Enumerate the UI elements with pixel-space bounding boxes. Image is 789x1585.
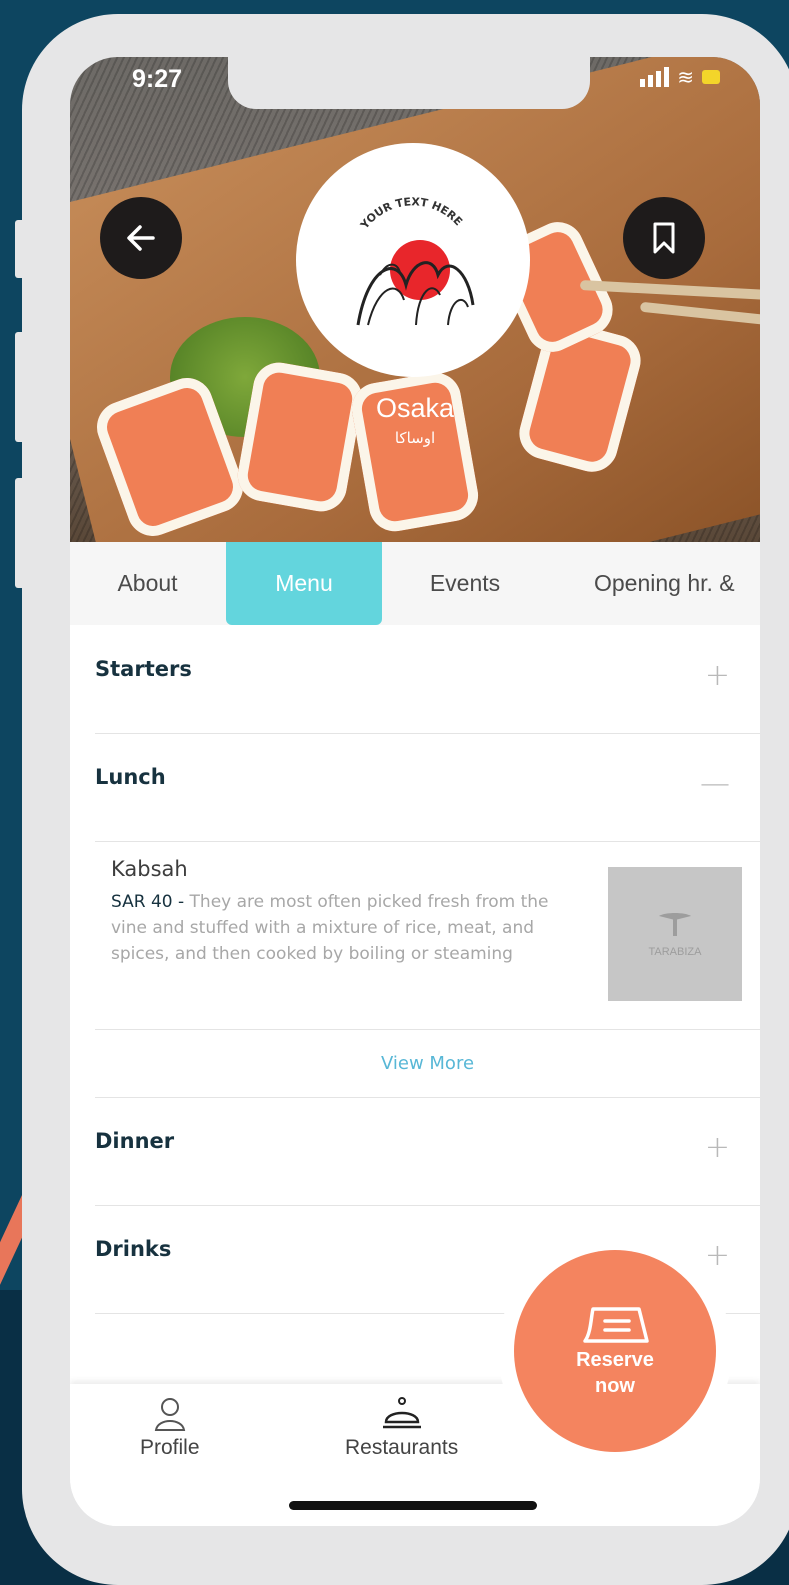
expand-icon[interactable]: + (705, 658, 730, 693)
tab-opening-hours[interactable]: Opening hr. & (548, 542, 760, 625)
signal-icon (640, 67, 670, 87)
menu-item-price: SAR 40 - (111, 892, 185, 912)
table-icon (659, 913, 691, 936)
section-title: Starters (95, 657, 192, 681)
menu-section-lunch[interactable]: Lunch — (95, 733, 760, 842)
menu-section-dinner[interactable]: Dinner + (95, 1097, 760, 1206)
bookmark-button[interactable] (623, 197, 705, 279)
nav-label: Restaurants (345, 1436, 459, 1459)
section-title: Dinner (95, 1129, 175, 1153)
reserve-label-line1: Reserve (576, 1349, 654, 1371)
view-more-link[interactable]: View More (95, 1029, 760, 1098)
menu-item-name: Kabsah (111, 857, 188, 881)
cloche-icon (382, 1397, 421, 1429)
collapse-icon[interactable]: — (700, 766, 730, 801)
image-placeholder-text: TARABIZA (648, 946, 702, 958)
ticket-icon (583, 1307, 649, 1343)
expand-icon[interactable]: + (705, 1238, 730, 1273)
home-indicator (289, 1501, 537, 1510)
reserve-button-ring: Reserve now (498, 1234, 732, 1468)
restaurant-tabs: About Menu Events Opening hr. & (70, 542, 760, 625)
reserve-now-button[interactable]: Reserve now (514, 1250, 716, 1452)
tab-events[interactable]: Events (382, 542, 548, 625)
status-time: 9:27 (132, 65, 183, 93)
nav-profile[interactable]: Profile (140, 1394, 200, 1460)
arrow-left-icon (127, 225, 155, 251)
bookmark-icon (653, 222, 675, 254)
nav-restaurants[interactable]: Restaurants (345, 1394, 458, 1460)
restaurant-name: Osaka (375, 393, 455, 423)
logo-text: YOUR TEXT HERE (357, 195, 465, 232)
wave-logo-icon: YOUR TEXT HERE (356, 195, 475, 326)
reserve-label-line2: now (595, 1375, 635, 1397)
nav-label: Profile (140, 1436, 200, 1459)
tab-menu[interactable]: Menu (226, 542, 382, 625)
back-button[interactable] (100, 197, 182, 279)
menu-item-description: SAR 40 - They are most often picked fres… (111, 889, 581, 967)
menu-item-image: TARABIZA (608, 867, 742, 1001)
device-notch (228, 57, 590, 109)
battery-icon (702, 70, 720, 84)
status-icons: ≋ (640, 67, 720, 87)
section-title: Drinks (95, 1237, 172, 1261)
section-title: Lunch (95, 765, 166, 789)
restaurant-logo: YOUR TEXT HERE (296, 143, 530, 377)
user-icon (154, 1398, 185, 1431)
wifi-icon: ≋ (677, 65, 694, 89)
restaurant-name-arabic: اوساكا (394, 429, 436, 447)
tab-about[interactable]: About (70, 542, 225, 625)
menu-item[interactable]: Kabsah SAR 40 - They are most often pick… (95, 839, 760, 1030)
expand-icon[interactable]: + (705, 1130, 730, 1165)
hero-image: 9:27 ≋ YOUR TEXT HERE Osaka اوساكا (70, 57, 760, 542)
menu-section-starters[interactable]: Starters + (95, 625, 760, 734)
